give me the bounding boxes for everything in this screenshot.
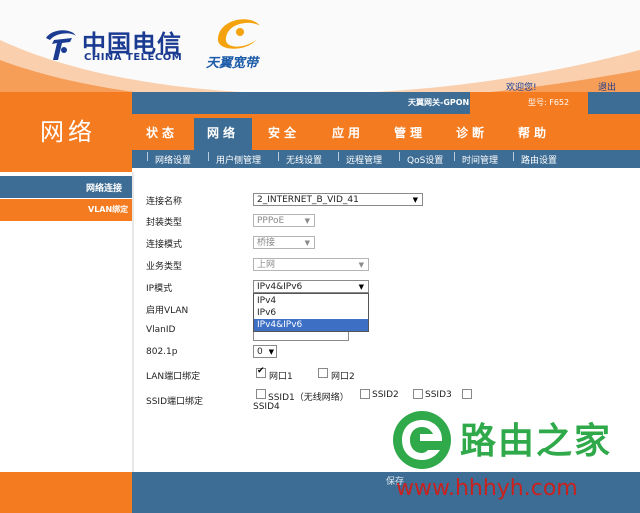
chevron-down-icon: ▼ (304, 239, 310, 247)
conn-mode-value: 桥接 (257, 238, 276, 248)
ip-mode-dropdown-list: IPv4 IPv6 IPv4&IPv6 (253, 293, 369, 332)
sidebar-item-label: 网络连接 (86, 184, 123, 194)
subnav-separator: | (512, 152, 516, 162)
encap-label: 封装类型 (146, 218, 183, 228)
service-type-select[interactable]: 上网 ▼ (253, 258, 369, 271)
ssid2-label: SSID2 (372, 390, 399, 400)
lan-port1-checkbox[interactable] (256, 366, 266, 378)
subnav-separator: | (277, 152, 281, 162)
tianyi-brand-text: 天翼宽带 (206, 56, 259, 71)
chevron-down-icon: ▼ (412, 196, 418, 204)
tab-security[interactable]: 安全 (254, 118, 314, 150)
lan-port2-checkbox[interactable] (318, 368, 328, 378)
lan-port2-label: 网口2 (331, 372, 355, 382)
subnav-wireless-settings[interactable]: 无线设置 (286, 153, 322, 166)
dot1p-select[interactable]: 0 ▼ (253, 345, 277, 358)
watermark-logo-icon (393, 411, 451, 469)
header: 中国电信 CHINA TELECOM 天翼宽带 欢迎您! 退出 (0, 0, 640, 96)
subnav-separator: | (207, 152, 211, 162)
ip-mode-option-ipv4-ipv6[interactable]: IPv4&IPv6 (254, 319, 368, 331)
subnav-separator: | (398, 152, 402, 162)
tianyi-logo-icon (217, 19, 260, 49)
chevron-down-icon: ▼ (358, 283, 364, 291)
conn-mode-select[interactable]: 桥接 ▼ (253, 236, 315, 249)
subnav-remote-management[interactable]: 远程管理 (346, 153, 382, 166)
china-telecom-logo-icon (46, 30, 76, 60)
subnav-separator: | (453, 152, 457, 162)
ssid3-checkbox[interactable] (413, 389, 423, 399)
sidebar-divider (132, 172, 134, 472)
chevron-down-icon: ▼ (358, 261, 364, 269)
ssid-bind-label: SSID端口绑定 (146, 397, 204, 407)
watermark-url: www.hhhyh.com (396, 476, 578, 501)
ssid4-checkbox[interactable] (462, 389, 472, 399)
conn-name-select[interactable]: 2_INTERNET_B_VID_41 ▼ (253, 193, 423, 206)
dot1p-label: 802.1p (146, 347, 178, 357)
encap-select[interactable]: PPPoE ▼ (253, 214, 315, 227)
footer-left-panel (0, 472, 132, 513)
tab-help[interactable]: 帮助 (504, 118, 564, 150)
tab-application[interactable]: 应用 (318, 118, 378, 150)
sidebar-item-label: VLAN绑定 (88, 205, 129, 214)
subnav-user-side-management[interactable]: 用户侧管理 (216, 153, 261, 166)
service-type-label: 业务类型 (146, 262, 183, 272)
ip-mode-value: IPv4&IPv6 (257, 282, 303, 292)
ip-mode-label: IP模式 (146, 284, 173, 294)
ip-mode-select[interactable]: IPv4&IPv6 ▼ (253, 280, 369, 293)
tab-diagnosis[interactable]: 诊断 (442, 118, 502, 150)
ssid4-label: SSID4 (253, 402, 280, 412)
section-title-panel: 网络 (0, 92, 132, 172)
lan-port1-label: 网口1 (269, 372, 293, 382)
subnav-time-management[interactable]: 时间管理 (462, 153, 498, 166)
ssid3-label: SSID3 (425, 390, 452, 400)
subnav-qos-settings[interactable]: QoS设置 (407, 153, 443, 166)
service-type-value: 上网 (257, 260, 276, 270)
watermark-text: 路由之家 (460, 421, 613, 462)
tab-management[interactable]: 管理 (380, 118, 440, 150)
tab-network[interactable]: 网络 (194, 118, 252, 150)
encap-value: PPPoE (257, 216, 285, 226)
brand-name-en: CHINA TELECOM (84, 52, 183, 63)
tab-status[interactable]: 状态 (132, 118, 192, 150)
vlan-enable-label: 启用VLAN (146, 306, 189, 316)
chevron-down-icon: ▼ (304, 217, 310, 225)
subnav-route-settings[interactable]: 路由设置 (521, 153, 557, 166)
subnav-network-settings[interactable]: 网络设置 (155, 153, 191, 166)
section-title: 网络 (40, 118, 96, 146)
ip-mode-option-ipv6[interactable]: IPv6 (254, 307, 368, 319)
ssid1-checkbox[interactable] (256, 389, 266, 399)
ssid1-label: SSID1（无线网络） (268, 393, 349, 403)
chevron-down-icon: ▼ (268, 348, 274, 356)
conn-name-value: 2_INTERNET_B_VID_41 (257, 195, 359, 205)
dot1p-value: 0 (257, 347, 263, 357)
lan-bind-label: LAN端口绑定 (146, 372, 201, 382)
vlanid-label: VlanID (146, 325, 176, 335)
subnav-separator: | (337, 152, 341, 162)
conn-mode-label: 连接模式 (146, 240, 183, 250)
model-label: 型号: F652 (528, 98, 570, 107)
ip-mode-option-ipv4[interactable]: IPv4 (254, 295, 368, 307)
gateway-name: 天翼网关-GPON (408, 98, 470, 107)
subnav-separator: | (146, 152, 150, 162)
ssid2-checkbox[interactable] (360, 389, 370, 399)
conn-name-label: 连接名称 (146, 197, 183, 207)
